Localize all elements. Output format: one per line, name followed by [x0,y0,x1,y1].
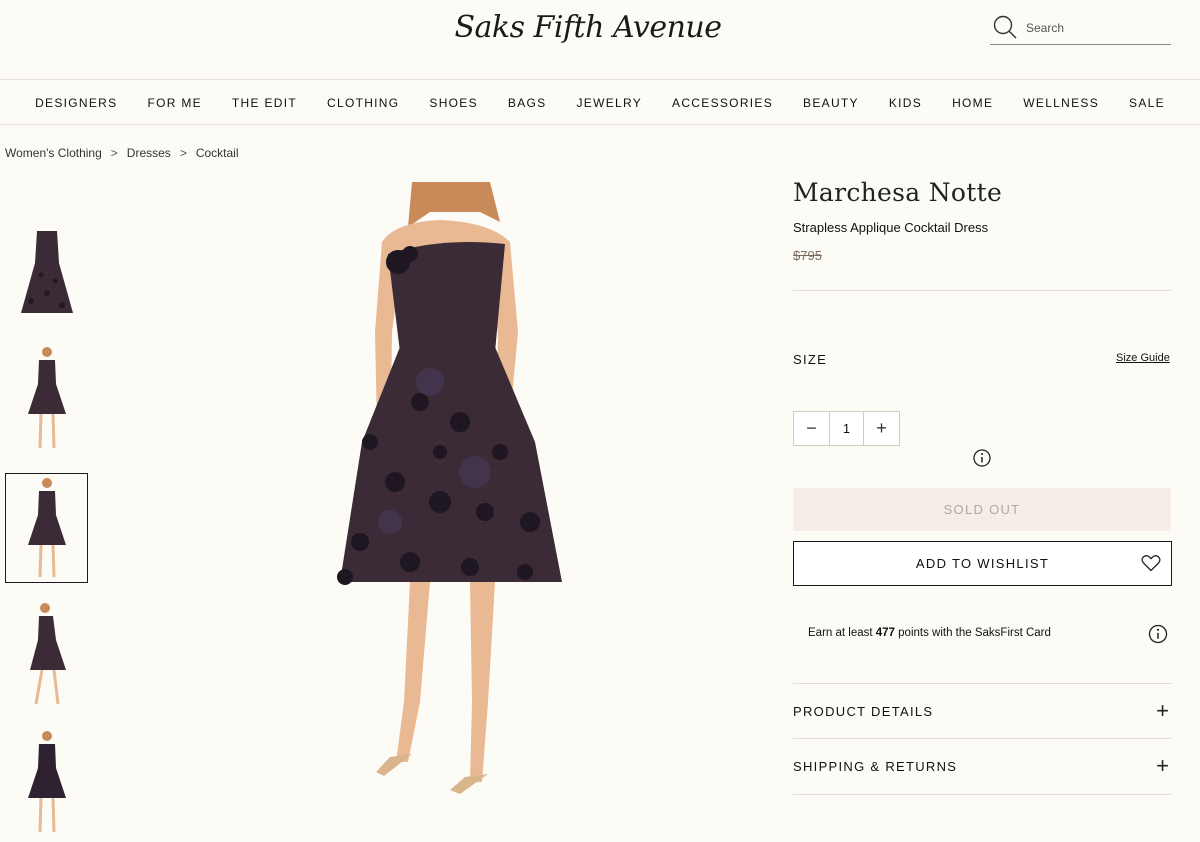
gallery-thumbnail-active[interactable] [5,473,88,583]
nav-item-bags[interactable]: BAGS [493,96,562,110]
search-icon[interactable] [992,14,1018,40]
saksfirst-points-banner: Earn at least 477 points with the SaksFi… [793,605,1171,663]
gallery-thumbnail[interactable] [5,599,88,709]
gallery-thumbnail[interactable] [5,343,88,453]
nav-item-jewelry[interactable]: JEWELRY [561,96,657,110]
main-product-image[interactable] [300,182,590,797]
nav-item-for-me[interactable]: FOR ME [132,96,216,110]
plus-icon: + [1156,698,1169,723]
quantity-decrease-button[interactable]: − [794,412,829,445]
nav-item-beauty[interactable]: BEAUTY [788,96,874,110]
gallery-thumbnail[interactable] [5,218,88,328]
model-back-image [27,731,66,833]
breadcrumb: Women's Clothing > Dresses > Cocktail [5,146,239,160]
sold-out-button: SOLD OUT [793,488,1171,531]
size-label: SIZE [793,352,828,367]
dress-image [20,231,73,313]
breadcrumb-cocktail[interactable]: Cocktail [196,146,239,160]
heart-icon [1141,554,1161,575]
site-header: Saks Fifth Avenue [0,0,1200,80]
shipping-returns-accordion[interactable]: SHIPPING & RETURNS + [793,739,1171,793]
gallery-thumbnail[interactable] [5,727,88,837]
points-suffix: points with the SaksFirst Card [894,627,1051,639]
product-name: Strapless Applique Cocktail Dress [793,220,989,235]
product-brand[interactable]: Marchesa Notte [793,178,1002,207]
quantity-value[interactable]: 1 [829,412,864,445]
quantity-stepper: − 1 + [793,411,900,446]
size-guide-link[interactable]: Size Guide [1116,352,1170,364]
search-input[interactable] [1026,19,1166,37]
breadcrumb-separator: > [110,146,118,160]
plus-icon: + [1156,753,1169,778]
nav-item-clothing[interactable]: CLOTHING [312,96,414,110]
shipping-returns-title: SHIPPING & RETURNS [793,758,958,774]
nav-item-home[interactable]: HOME [937,96,1008,110]
divider [793,290,1171,291]
points-text: Earn at least 477 points with the SaksFi… [808,627,1051,639]
nav-item-shoes[interactable]: SHOES [414,96,493,110]
model-image [29,603,66,705]
quantity-increase-button[interactable]: + [864,412,899,445]
original-price: $795 [793,248,822,263]
search-bar[interactable] [990,12,1171,45]
model-image [27,347,66,449]
nav-item-designers[interactable]: DESIGNERS [20,96,132,110]
add-to-wishlist-button[interactable]: ADD TO WISHLIST [793,541,1172,586]
nav-item-the-edit[interactable]: THE EDIT [217,96,312,110]
product-details-title: PRODUCT DETAILS [793,703,934,719]
breadcrumb-dresses[interactable]: Dresses [127,146,171,160]
model-image [27,478,66,578]
points-amount: 477 [875,627,895,639]
nav-item-sale[interactable]: SALE [1114,96,1180,110]
nav-item-accessories[interactable]: ACCESSORIES [657,96,788,110]
nav-item-kids[interactable]: KIDS [874,96,937,110]
breadcrumb-separator: > [179,146,187,160]
nav-item-wellness[interactable]: WELLNESS [1008,96,1114,110]
points-prefix: Earn at least [808,627,876,639]
info-icon[interactable] [1148,624,1168,649]
divider [793,794,1171,795]
breadcrumb-womens-clothing[interactable]: Women's Clothing [5,146,102,160]
info-icon[interactable] [973,449,991,472]
wishlist-label: ADD TO WISHLIST [915,556,1050,571]
product-details-accordion[interactable]: PRODUCT DETAILS + [793,684,1171,738]
main-navigation: DESIGNERS FOR ME THE EDIT CLOTHING SHOES… [0,81,1200,125]
